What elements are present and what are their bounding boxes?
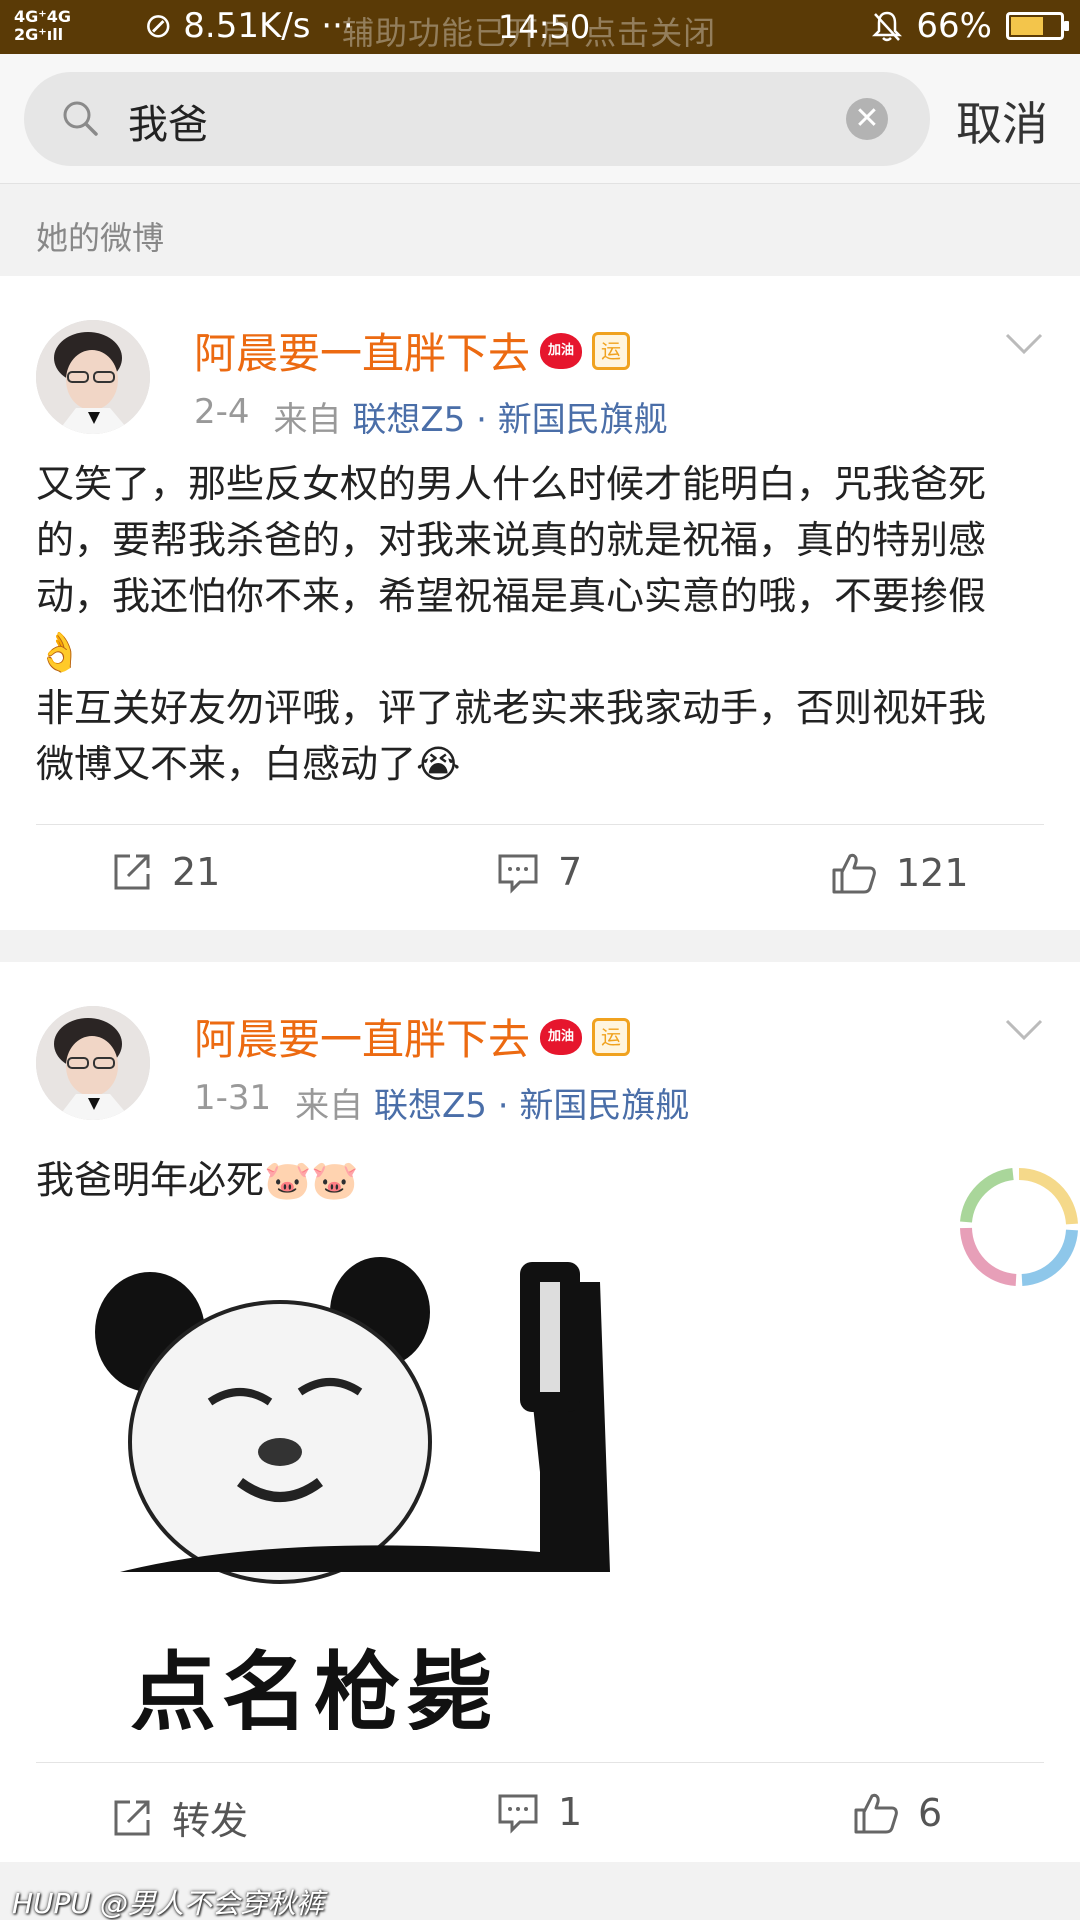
signal-icon: 4G⁺4G 2G⁺ıll bbox=[14, 7, 71, 44]
search-query[interactable]: 我爸 bbox=[128, 92, 208, 150]
comment-icon bbox=[498, 1794, 538, 1834]
divider bbox=[36, 824, 1044, 825]
yun-badge-icon: 运 bbox=[592, 1017, 631, 1056]
like-count: 6 bbox=[918, 1791, 943, 1835]
clear-icon[interactable]: ✕ bbox=[846, 98, 888, 140]
post-source[interactable]: 联想Z5 · 新国民旗舰 bbox=[374, 1086, 689, 1126]
heart-badge-icon: 加油 bbox=[540, 1018, 583, 1055]
search-input[interactable]: 我爸 ✕ bbox=[24, 72, 930, 166]
post-from: 来自 联想Z5 · 新国民旗舰 bbox=[295, 1078, 689, 1127]
chevron-down-icon[interactable] bbox=[1004, 1018, 1044, 1042]
status-left: 4G⁺4G 2G⁺ıll ⊘ 8.51K/s ··· bbox=[14, 6, 354, 46]
username-text[interactable]: 阿晨要一直胖下去 bbox=[194, 320, 530, 381]
username[interactable]: 阿晨要一直胖下去 加油 运 bbox=[194, 1006, 631, 1067]
search-icon bbox=[63, 101, 98, 136]
username[interactable]: 阿晨要一直胖下去 加油 运 bbox=[194, 320, 631, 381]
like-button[interactable]: 6 bbox=[852, 1790, 942, 1836]
loading-ring-icon bbox=[960, 1167, 1078, 1286]
post-date: 1-31 bbox=[194, 1078, 272, 1118]
status-bar: 4G⁺4G 2G⁺ıll ⊘ 8.51K/s ··· 辅助功能已开启 点击关闭 1… bbox=[0, 0, 1080, 54]
post-date: 2-4 bbox=[194, 392, 250, 432]
repost-button[interactable]: 21 bbox=[110, 850, 220, 894]
repost-button[interactable]: 转发 bbox=[110, 1790, 248, 1845]
section-title: 她的微博 bbox=[0, 185, 1080, 275]
post-text-line: 非互关好友勿评哦，评了就老实来我家动手，否则视奸我 bbox=[36, 686, 987, 730]
post-actions: 21 7 121 bbox=[0, 828, 1080, 928]
weibo-post[interactable]: 阿晨要一直胖下去 加油 运 1-31 来自 联想Z5 · 新国民旗舰 我爸明年必… bbox=[0, 962, 1080, 1862]
post-meta: 2-4 来自 联想Z5 · 新国民旗舰 bbox=[194, 392, 668, 441]
meme-caption: 点名枪毙 bbox=[130, 1643, 498, 1730]
avatar[interactable] bbox=[36, 320, 150, 434]
search-header: 我爸 ✕ 取消 bbox=[0, 54, 1080, 184]
cancel-button[interactable]: 取消 bbox=[956, 88, 1048, 154]
from-label: 来自 bbox=[295, 1086, 364, 1126]
post-meta: 1-31 来自 联想Z5 · 新国民旗舰 bbox=[194, 1078, 689, 1127]
repost-icon bbox=[114, 1800, 150, 1835]
repost-icon bbox=[114, 854, 150, 890]
alarm-off-icon bbox=[872, 11, 903, 42]
ok-hand-emoji: 👌 bbox=[36, 630, 84, 674]
post-from: 来自 联想Z5 · 新国民旗舰 bbox=[274, 392, 668, 441]
battery-fill bbox=[1011, 17, 1043, 35]
post-source[interactable]: 联想Z5 · 新国民旗舰 bbox=[352, 400, 667, 440]
thumbs-up-icon bbox=[854, 1793, 898, 1834]
weibo-post[interactable]: 阿晨要一直胖下去 加油 运 2-4 来自 联想Z5 · 新国民旗舰 又笑了，那些… bbox=[0, 276, 1080, 930]
comment-button[interactable]: 1 bbox=[496, 1790, 582, 1834]
battery-percent: 66% bbox=[916, 6, 992, 46]
avatar[interactable] bbox=[36, 1006, 150, 1120]
comment-icon bbox=[498, 854, 538, 894]
thumbs-up-icon bbox=[832, 853, 876, 894]
heart-badge-icon: 加油 bbox=[540, 332, 583, 369]
repost-label: 转发 bbox=[172, 1799, 249, 1843]
battery-icon bbox=[1006, 12, 1069, 40]
post-text: 我爸明年必死🐷🐷 bbox=[36, 1158, 359, 1202]
repost-count: 21 bbox=[172, 850, 221, 894]
comment-count: 1 bbox=[558, 1790, 583, 1834]
status-right: 66% bbox=[872, 6, 1069, 46]
comment-button[interactable]: 7 bbox=[496, 850, 582, 894]
comment-count: 7 bbox=[558, 850, 583, 894]
chevron-down-icon[interactable] bbox=[1004, 332, 1044, 356]
post-text: 又笑了，那些反女权的男人什么时候才能明白，咒我爸死 的，要帮我杀爸的，对我来说真… bbox=[36, 456, 1046, 792]
post-text-line: 又笑了，那些反女权的男人什么时候才能明白，咒我爸死 bbox=[36, 462, 987, 506]
post-text-line: 微博又不来，白感动了😭 bbox=[36, 742, 461, 786]
watermark: HUPU @男人不会穿秋裤 bbox=[12, 1887, 324, 1920]
post-text-line: 动，我还怕你不来，希望祝福是真心实意的哦，不要掺假 bbox=[36, 574, 987, 618]
divider bbox=[36, 1762, 1044, 1763]
username-text[interactable]: 阿晨要一直胖下去 bbox=[194, 1006, 530, 1067]
status-time: 14:50 bbox=[498, 8, 591, 46]
post-text-line: 的，要帮我杀爸的，对我来说真的就是祝福，真的特别感 bbox=[36, 518, 987, 562]
like-count: 121 bbox=[896, 851, 969, 895]
post-actions: 转发 1 6 bbox=[0, 1768, 1080, 1868]
meme-image[interactable]: 点名枪毙 bbox=[90, 1242, 660, 1730]
network-speed: ⊘ 8.51K/s ··· bbox=[144, 6, 354, 46]
from-label: 来自 bbox=[273, 400, 342, 440]
yun-badge-icon: 运 bbox=[592, 331, 631, 370]
like-button[interactable]: 121 bbox=[830, 850, 969, 896]
